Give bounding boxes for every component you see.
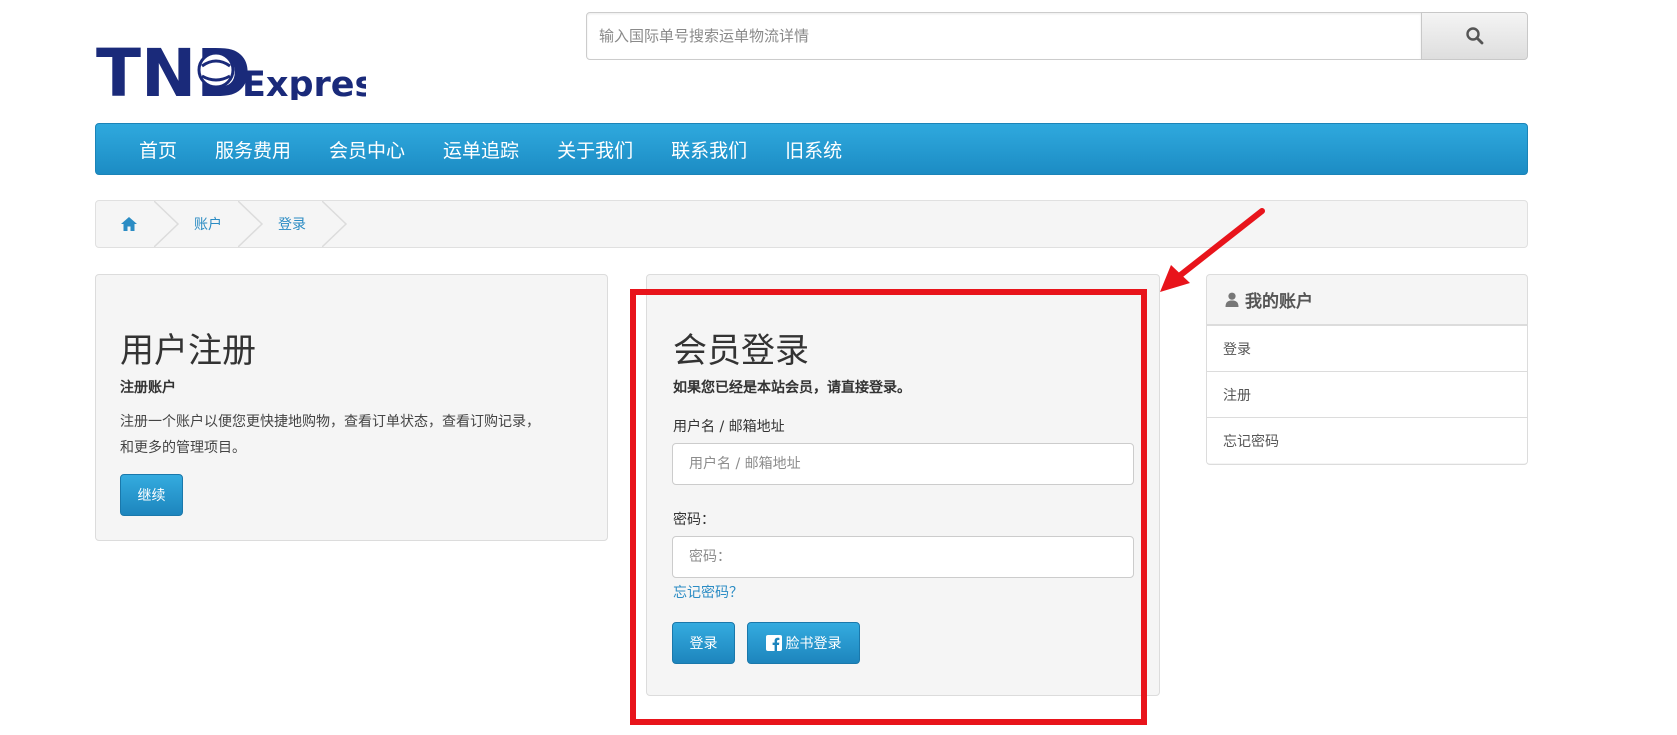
breadcrumb-login[interactable]: 登录 (278, 201, 306, 247)
password-field[interactable] (672, 536, 1134, 578)
nav-item-member-center[interactable]: 会员中心 (310, 136, 424, 163)
breadcrumb-home[interactable] (120, 201, 138, 247)
account-item-login[interactable]: 登录 (1207, 325, 1527, 371)
facebook-icon (765, 635, 782, 651)
login-panel: 会员登录 如果您已经是本站会员，请直接登录。 用户名 / 邮箱地址 密码： 忘记… (646, 274, 1160, 696)
register-description-line: 注册一个账户以便您更快捷地购物，查看订单状态，查看订购记录， (120, 414, 540, 430)
user-icon (1225, 292, 1239, 307)
login-title: 会员登录 (673, 331, 809, 371)
breadcrumb: 账户 登录 (95, 200, 1528, 248)
continue-button[interactable]: 继续 (120, 474, 183, 516)
nav-item-fees[interactable]: 服务费用 (196, 136, 310, 163)
account-item-forgot-password[interactable]: 忘记密码 (1207, 417, 1527, 463)
forgot-password-link[interactable]: 忘记密码？ (673, 582, 743, 602)
facebook-login-label: 脸书登录 (785, 636, 842, 652)
search-icon (1465, 27, 1483, 45)
register-description: 注册一个账户以便您更快捷地购物，查看订单状态，查看订购记录， 和更多的管理项目。 (120, 409, 590, 461)
register-subtitle: 注册账户 (120, 380, 176, 396)
logo-text: Express (242, 65, 366, 100)
nav-item-about[interactable]: 关于我们 (538, 136, 652, 163)
login-subtitle: 如果您已经是本站会员，请直接登录。 (673, 380, 911, 396)
register-panel: 用户注册 注册账户 注册一个账户以便您更快捷地购物，查看订单状态，查看订购记录，… (95, 274, 608, 541)
nav-item-tracking[interactable]: 运单追踪 (424, 136, 538, 163)
breadcrumb-separator (154, 201, 180, 247)
register-description-line: 和更多的管理项目。 (120, 440, 246, 456)
nav-item-old-system[interactable]: 旧系统 (766, 136, 861, 163)
search-input[interactable] (586, 12, 1422, 60)
my-account-panel: 我的账户 登录 注册 忘记密码 (1206, 274, 1528, 465)
password-label: 密码： (673, 512, 715, 528)
username-field[interactable] (672, 443, 1134, 485)
facebook-login-button[interactable]: 脸书登录 (747, 622, 860, 664)
register-title: 用户注册 (120, 331, 256, 371)
breadcrumb-separator (322, 201, 348, 247)
search-button[interactable] (1421, 12, 1528, 60)
my-account-header: 我的账户 (1207, 275, 1527, 325)
account-item-register[interactable]: 注册 (1207, 371, 1527, 417)
my-account-title: 我的账户 (1245, 292, 1313, 312)
nav-item-contact[interactable]: 联系我们 (652, 136, 766, 163)
nav-item-home[interactable]: 首页 (120, 136, 196, 163)
breadcrumb-separator (238, 201, 264, 247)
search-bar (586, 12, 1528, 62)
username-label: 用户名 / 邮箱地址 (673, 419, 785, 435)
breadcrumb-account[interactable]: 账户 (194, 201, 222, 247)
tnd-express-logo: TND Express (96, 36, 366, 100)
login-button[interactable]: 登录 (672, 622, 735, 664)
main-navbar: 首页 服务费用 会员中心 运单追踪 关于我们 联系我们 旧系统 (95, 123, 1528, 175)
home-icon (121, 217, 137, 231)
